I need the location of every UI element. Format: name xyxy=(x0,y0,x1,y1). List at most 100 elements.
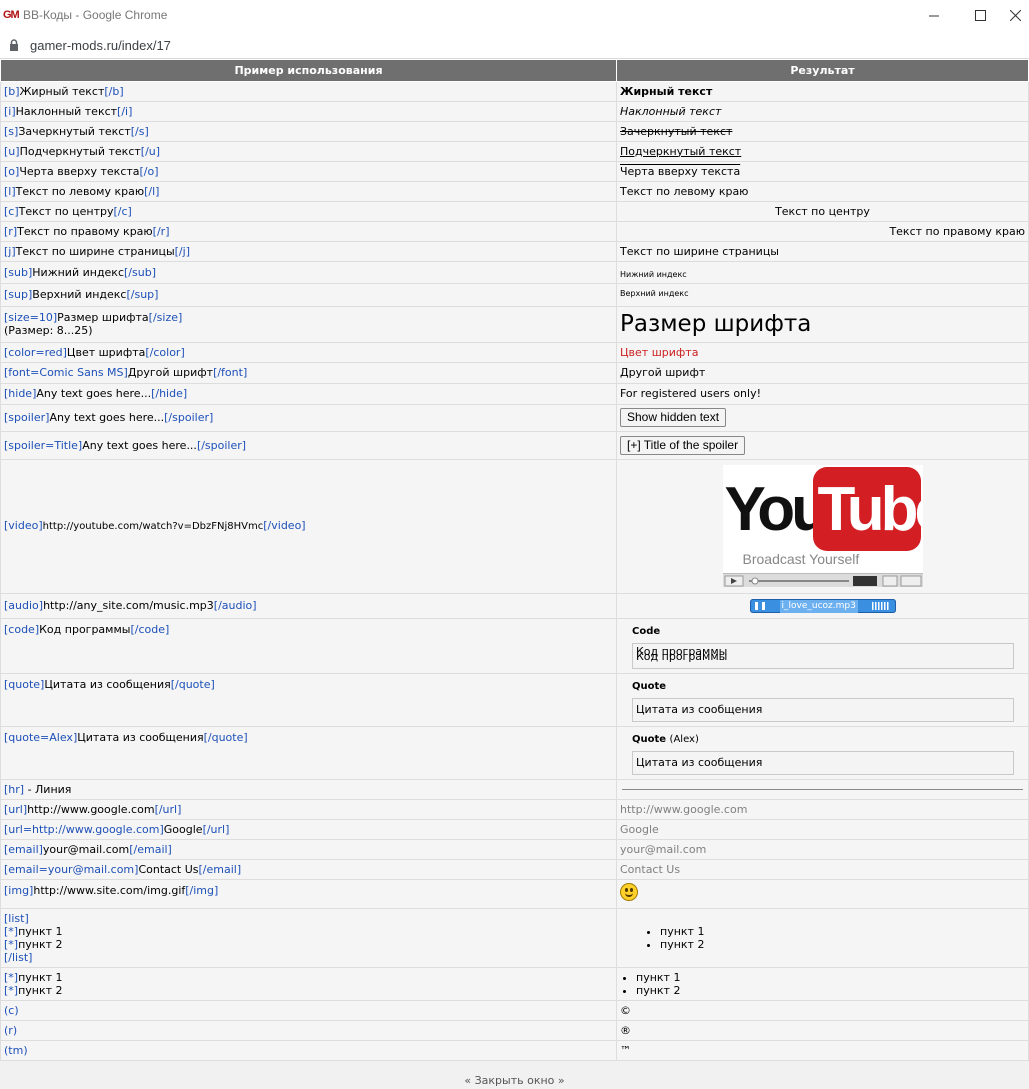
youtube-slogan: Broadcast Yourself xyxy=(742,551,860,567)
usage-cell: [color=red]Цвет шрифта[/color] xyxy=(0,341,617,363)
maximize-button[interactable] xyxy=(957,0,1003,31)
table-row: [spoiler=Title]Any text goes here...[/sp… xyxy=(0,430,1029,460)
youtube-video-player[interactable]: You Tube Broadcast Yourself xyxy=(722,465,923,587)
usage-cell: [r]Текст по правому краю[/r] xyxy=(0,220,617,242)
usage-cell: [sup]Верхний индекс[/sup] xyxy=(0,282,617,307)
usage-cell: [quote=Alex]Цитата из сообщения[/quote] xyxy=(0,725,617,780)
table-row: [c]Текст по центру[/c] Текст по центру xyxy=(0,200,1029,222)
result-cell: Google xyxy=(616,818,1029,840)
table-row: [url]http://www.google.com[/url] http://… xyxy=(0,798,1029,820)
usage-cell: [font=Comic Sans MS]Другой шрифт[/font] xyxy=(0,361,617,384)
youtube-logo-you: You xyxy=(724,475,829,544)
audio-player[interactable]: i_love_ucoz.mp3 xyxy=(749,598,896,613)
column-header-usage: Пример использования xyxy=(0,60,617,82)
usage-cell: [o]Черта вверху текста[/o] xyxy=(0,160,617,182)
result-cell: Quote (Alex) Цитата из сообщения xyxy=(616,725,1029,780)
usage-cell: [hide]Any text goes here...[/hide] xyxy=(0,382,617,405)
result-cell: пункт 1 пункт 2 xyxy=(616,907,1029,968)
result-cell: Верхний индекс xyxy=(616,282,1029,307)
quote-author: (Alex) xyxy=(669,733,699,745)
table-row: [u]Подчеркнутый текст[/u] Подчеркнутый т… xyxy=(0,140,1029,162)
maximize-icon xyxy=(974,10,986,21)
lock-icon[interactable] xyxy=(9,39,19,54)
usage-cell: (r) xyxy=(0,1019,617,1041)
usage-cell: [l]Текст по левому краю[/l] xyxy=(0,180,617,202)
table-row: [list] [*]пункт 1 [*]пункт 2 [/list] пун… xyxy=(0,907,1029,968)
show-hidden-text-button[interactable]: Show hidden text xyxy=(620,408,727,427)
table-row: [quote=Alex]Цитата из сообщения[/quote] … xyxy=(0,725,1029,780)
list-item: пункт 2 xyxy=(660,938,1025,951)
list-item: пункт 2 xyxy=(636,984,1025,997)
usage-cell: [i]Наклонный текст[/i] xyxy=(0,100,617,122)
result-cell: Цвет шрифта xyxy=(616,341,1029,363)
usage-cell: [quote]Цитата из сообщения[/quote] xyxy=(0,672,617,727)
result-cell: пункт 1 пункт 2 xyxy=(616,966,1029,1001)
window-titlebar: GM BB-Коды - Google Chrome xyxy=(0,0,1029,31)
usage-cell: [hr] - Линия xyxy=(0,778,617,800)
address-bar: gamer-mods.ru/index/17 xyxy=(0,31,1029,59)
table-row: [r]Текст по правому краю[/r] Текст по пр… xyxy=(0,220,1029,242)
result-cell: i_love_ucoz.mp3 xyxy=(616,592,1029,619)
result-cell xyxy=(616,778,1029,800)
code-header: Code xyxy=(632,625,661,637)
result-cell: ® xyxy=(616,1019,1029,1041)
bullet-list: пункт 1 пункт 2 xyxy=(620,925,1025,951)
usage-cell: [list] [*]пункт 1 [*]пункт 2 [/list] xyxy=(0,907,617,968)
bullet-list: пункт 1 пункт 2 xyxy=(620,971,1025,997)
smiley-icon xyxy=(620,883,638,901)
close-icon xyxy=(1009,10,1021,21)
table-row: (r) ® xyxy=(0,1019,1029,1041)
result-cell: You Tube Broadcast Yourself xyxy=(616,458,1029,594)
google-link[interactable]: Google xyxy=(620,823,659,836)
minimize-icon xyxy=(929,15,939,16)
minimize-button[interactable] xyxy=(911,0,957,31)
table-row: [o]Черта вверху текста[/o] Черта вверху … xyxy=(0,160,1029,182)
url-link[interactable]: http://www.google.com xyxy=(620,803,747,816)
quote-header: Quote xyxy=(632,680,667,692)
usage-cell: (tm) xyxy=(0,1039,617,1061)
result-cell: Зачеркнутый текст xyxy=(616,120,1029,142)
usage-cell: [u]Подчеркнутый текст[/u] xyxy=(0,140,617,162)
table-row: [video]http://youtube.com/watch?v=DbzFNj… xyxy=(0,458,1029,594)
url-text[interactable]: gamer-mods.ru/index/17 xyxy=(30,38,171,53)
result-cell: Quote Цитата из сообщения xyxy=(616,672,1029,727)
result-cell: ™ xyxy=(616,1039,1029,1061)
result-cell: Текст по центру xyxy=(616,200,1029,222)
close-window-button[interactable] xyxy=(1001,0,1029,31)
pause-icon[interactable] xyxy=(754,601,765,610)
usage-cell: [size=10]Размер шрифта[/size] (Размер: 8.… xyxy=(0,305,617,343)
table-row: [audio]http://any_site.com/music.mp3[/au… xyxy=(0,592,1029,619)
table-row: [*]пункт 1 [*]пункт 2 пункт 1 пункт 2 xyxy=(0,966,1029,1001)
usage-cell: [spoiler=Title]Any text goes here...[/sp… xyxy=(0,430,617,460)
result-cell: Наклонный текст xyxy=(616,100,1029,122)
close-window-link[interactable]: « Закрыть окно » xyxy=(0,1061,1029,1087)
usage-cell: [email=your@mail.com]Contact Us[/email] xyxy=(0,858,617,880)
contact-us-link[interactable]: Contact Us xyxy=(620,863,680,876)
table-row: [font=Comic Sans MS]Другой шрифт[/font] … xyxy=(0,361,1029,384)
window-title: BB-Коды - Google Chrome xyxy=(23,8,168,22)
audio-file-name: i_love_ucoz.mp3 xyxy=(779,599,858,613)
video-controls xyxy=(722,573,923,587)
email-link[interactable]: your@mail.com xyxy=(620,843,706,856)
table-row: [code]Код программы[/code] Code Код прог… xyxy=(0,617,1029,674)
table-row: [img]http://www.site.com/img.gif[/img] xyxy=(0,878,1029,909)
usage-cell: (c) xyxy=(0,999,617,1021)
result-cell: Другой шрифт xyxy=(616,361,1029,384)
spoiler-title-button[interactable]: [+] Title of the spoiler xyxy=(620,435,746,455)
page-content: Пример использования Результат [b]Жирный… xyxy=(0,60,1029,1089)
table-row: [url=http://www.google.com]Google[/url] … xyxy=(0,818,1029,840)
quote-box: Цитата из сообщения xyxy=(632,697,1014,722)
result-cell: Жирный текст xyxy=(616,80,1029,102)
list-item: пункт 1 xyxy=(636,971,1025,984)
result-cell: Размер шрифта xyxy=(616,305,1029,343)
volume-icon[interactable] xyxy=(871,601,890,610)
result-cell: Подчеркнутый текст xyxy=(616,140,1029,162)
table-row: [size=10]Размер шрифта[/size] (Размер: 8.… xyxy=(0,305,1029,343)
usage-cell: [video]http://youtube.com/watch?v=DbzFNj… xyxy=(0,458,617,594)
result-cell xyxy=(616,878,1029,909)
quote-header: Quote (Alex) xyxy=(632,733,699,745)
result-cell: Текст по левому краю xyxy=(616,180,1029,202)
usage-cell: [img]http://www.site.com/img.gif[/img] xyxy=(0,878,617,909)
table-row: [b]Жирный текст[/b] Жирный текст xyxy=(0,80,1029,102)
table-row: [quote]Цитата из сообщения[/quote] Quote… xyxy=(0,672,1029,727)
